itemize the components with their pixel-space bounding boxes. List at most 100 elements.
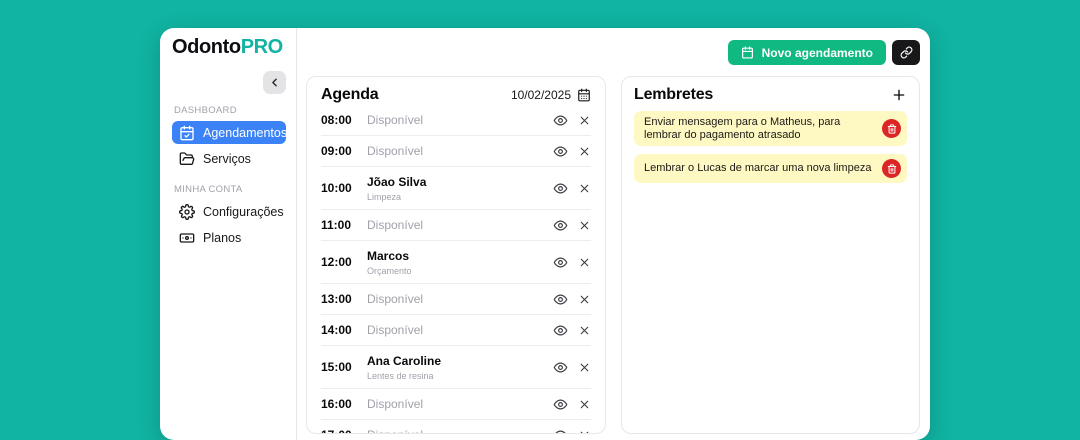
- view-appointment-button[interactable]: [553, 428, 568, 433]
- cancel-appointment-button[interactable]: [578, 256, 591, 269]
- sidebar-item-planos[interactable]: Planos: [172, 226, 286, 249]
- add-reminder-button[interactable]: [891, 87, 907, 103]
- sidebar-item-agendamentos[interactable]: Agendamentos: [172, 121, 288, 144]
- eye-icon: [553, 428, 568, 433]
- x-icon: [578, 429, 591, 433]
- x-icon: [578, 398, 591, 411]
- cancel-appointment-button[interactable]: [578, 219, 591, 232]
- app-card: OdontoPRO DASHBOARD Agendamentos Serviço…: [160, 28, 930, 440]
- x-icon: [578, 182, 591, 195]
- eye-icon: [553, 144, 568, 159]
- cancel-appointment-button[interactable]: [578, 145, 591, 158]
- x-icon: [578, 256, 591, 269]
- cancel-appointment-button[interactable]: [578, 293, 591, 306]
- view-appointment-button[interactable]: [553, 255, 568, 270]
- sidebar-section-dashboard: DASHBOARD: [174, 105, 237, 116]
- novo-agendamento-button[interactable]: Novo agendamento: [727, 40, 886, 65]
- eye-icon: [553, 113, 568, 128]
- view-appointment-button[interactable]: [553, 360, 568, 375]
- share-link-button[interactable]: [892, 40, 920, 65]
- agenda-row: 12:00 Marcos Orçamento: [321, 241, 591, 284]
- slot-label: Disponível: [367, 144, 424, 158]
- slot-label: Disponível: [367, 397, 424, 411]
- slot-time: 12:00: [321, 255, 352, 269]
- slot-service: Limpeza: [367, 192, 402, 202]
- reminder-text: Lembrar o Lucas de marcar uma nova limpe…: [644, 162, 872, 175]
- view-appointment-button[interactable]: [553, 323, 568, 338]
- cancel-appointment-button[interactable]: [578, 182, 591, 195]
- agenda-row: 10:00 Jõao Silva Limpeza: [321, 167, 591, 210]
- slot-time: 10:00: [321, 181, 352, 195]
- sidebar-item-label: Planos: [203, 230, 242, 245]
- slot-label: Jõao Silva: [367, 175, 427, 189]
- x-icon: [578, 324, 591, 337]
- page-background: { "logo": { "part1": "Odonto", "part2": …: [0, 0, 1080, 440]
- agenda-rows: 08:00 Disponível 09:00 Disponível 10:00 …: [321, 105, 591, 434]
- reminder-text: Enviar mensagem para o Matheus, para lem…: [644, 116, 841, 141]
- x-icon: [578, 114, 591, 127]
- eye-icon: [553, 323, 568, 338]
- slot-time: 08:00: [321, 113, 352, 127]
- calendar-check-icon: [179, 125, 195, 141]
- chevron-left-icon: [268, 76, 281, 89]
- view-appointment-button[interactable]: [553, 113, 568, 128]
- sidebar-section-minha-conta: MINHA CONTA: [174, 184, 243, 195]
- slot-label: Disponível: [367, 218, 424, 232]
- cancel-appointment-button[interactable]: [578, 398, 591, 411]
- reminder-note: Lembrar o Lucas de marcar uma nova limpe…: [634, 154, 907, 183]
- slot-label: Marcos: [367, 249, 410, 263]
- view-appointment-button[interactable]: [553, 181, 568, 196]
- view-appointment-button[interactable]: [553, 397, 568, 412]
- cancel-appointment-button[interactable]: [578, 361, 591, 374]
- reminders-title: Lembretes: [634, 86, 714, 103]
- panels: Agenda 10/02/2025 08:00 Disponível 09:00…: [306, 76, 920, 434]
- sidebar-item-servicos[interactable]: Serviços: [172, 147, 286, 170]
- view-appointment-button[interactable]: [553, 292, 568, 307]
- app-logo: OdontoPRO: [172, 36, 286, 59]
- delete-reminder-button[interactable]: [882, 119, 901, 138]
- slot-label: Disponível: [367, 113, 424, 127]
- slot-label: Disponível: [367, 428, 423, 434]
- slot-service: Orçamento: [367, 266, 412, 276]
- cancel-appointment-button[interactable]: [578, 324, 591, 337]
- agenda-row: 16:00 Disponível: [321, 389, 591, 420]
- gear-icon: [179, 203, 195, 220]
- collapse-sidebar-button[interactable]: [263, 71, 286, 94]
- novo-agendamento-label: Novo agendamento: [761, 45, 873, 60]
- trash-icon: [887, 123, 897, 134]
- reminder-note: Enviar mensagem para o Matheus, para lem…: [634, 111, 907, 146]
- slot-time: 15:00: [321, 360, 352, 374]
- slot-time: 09:00: [321, 144, 352, 158]
- slot-time: 11:00: [321, 218, 352, 232]
- agenda-title: Agenda: [321, 86, 379, 103]
- slot-label: Ana Caroline: [367, 354, 442, 368]
- x-icon: [578, 293, 591, 306]
- view-appointment-button[interactable]: [553, 218, 568, 233]
- view-appointment-button[interactable]: [553, 144, 568, 159]
- folder-icon: [179, 151, 195, 167]
- logo-part-dark: Odonto: [172, 36, 241, 58]
- agenda-row: 14:00 Disponível: [321, 315, 591, 346]
- cancel-appointment-button[interactable]: [578, 114, 591, 127]
- eye-icon: [553, 292, 568, 307]
- calendar-icon: [741, 46, 754, 59]
- banknote-icon: [179, 230, 195, 246]
- slot-time: 13:00: [321, 292, 352, 306]
- eye-icon: [553, 218, 568, 233]
- slot-label: Disponível: [367, 323, 424, 337]
- agenda-row: 13:00 Disponível: [321, 284, 591, 315]
- delete-reminder-button[interactable]: [882, 159, 901, 178]
- sidebar-item-label: Agendamentos: [203, 125, 288, 140]
- sidebar-item-configuracoes[interactable]: Configurações: [172, 200, 286, 223]
- cancel-appointment-button[interactable]: [578, 429, 591, 433]
- slot-label: Disponível: [367, 292, 424, 306]
- main-content: Novo agendamento Agenda 10/02/2025 08:00…: [297, 28, 930, 440]
- agenda-row: 09:00 Disponível: [321, 136, 591, 167]
- slot-service: Lentes de resina: [367, 371, 434, 381]
- x-icon: [578, 219, 591, 232]
- agenda-panel: Agenda 10/02/2025 08:00 Disponível 09:00…: [306, 76, 606, 434]
- agenda-date-picker[interactable]: 10/02/2025: [511, 88, 591, 102]
- slot-time: 16:00: [321, 397, 352, 411]
- agenda-row: 15:00 Ana Caroline Lentes de resina: [321, 346, 591, 389]
- reminders-panel: Lembretes Enviar mensagem para o Matheus…: [621, 76, 920, 434]
